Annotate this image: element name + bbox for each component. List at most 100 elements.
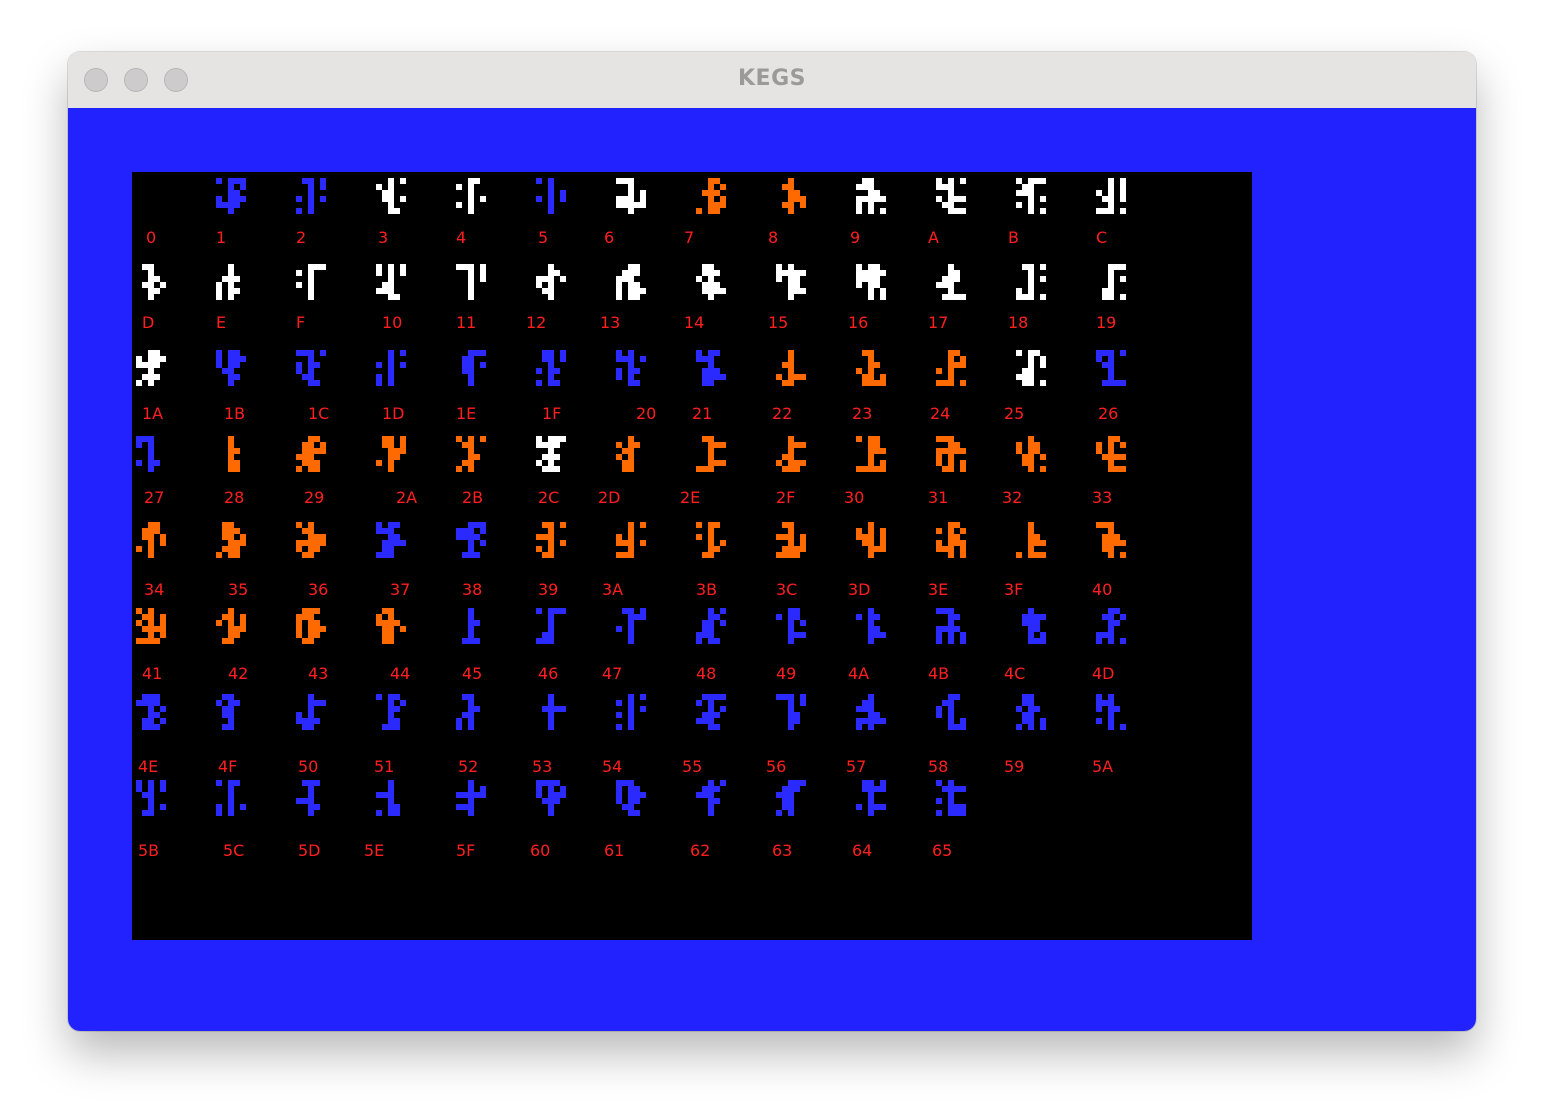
- shape-pixel: [788, 436, 794, 442]
- shape-pixel: [616, 282, 622, 288]
- shape-sprite: [132, 602, 172, 646]
- shape-pixel: [936, 184, 942, 190]
- emulator-border[interactable]: 0 1 2 3 4 5 6 7 8 9 A B C D E F 10 11 12 13 14 15 16 17 18 19 1A 1B…: [68, 108, 1476, 1031]
- shape-pixel: [954, 810, 960, 816]
- shape-pixel: [308, 208, 314, 214]
- shape-pixel: [542, 454, 548, 460]
- shape-pixel: [136, 608, 142, 614]
- shape-pixel: [880, 374, 886, 380]
- shape-pixel: [800, 620, 806, 626]
- shape-pixel: [154, 374, 160, 380]
- shape-pixel: [1108, 466, 1114, 472]
- shape-number-label: 4C: [1004, 664, 1026, 683]
- emulator-screen[interactable]: 0 1 2 3 4 5 6 7 8 9 A B C D E F 10 11 12 13 14 15 16 17 18 19 1A 1B…: [132, 172, 1252, 940]
- shape-pixel: [868, 804, 874, 810]
- shape-pixel: [388, 792, 394, 798]
- shape-pixel: [640, 288, 646, 294]
- shape-pixel: [228, 374, 234, 380]
- shape-glyph: [1016, 178, 1046, 214]
- title-bar[interactable]: KEGS: [68, 52, 1476, 109]
- shape-number-label: 4: [456, 228, 467, 247]
- shape-pixel: [136, 460, 142, 466]
- shape-sprite: [852, 688, 892, 732]
- shape-pixel: [696, 350, 702, 356]
- shape-number-label: 36: [308, 580, 329, 599]
- shape-pixel: [628, 724, 634, 730]
- shape-pixel: [1114, 534, 1120, 540]
- shape-pixel: [708, 380, 714, 386]
- shape-pixel: [720, 460, 726, 466]
- shape-glyph: [616, 608, 646, 644]
- shape-sprite: [292, 344, 332, 388]
- shape-pixel: [142, 374, 148, 380]
- shape-pixel: [228, 288, 234, 294]
- shape-pixel: [400, 436, 406, 442]
- shape-pixel: [474, 552, 480, 558]
- shape-pixel: [542, 288, 548, 294]
- shape-pixel: [234, 700, 240, 706]
- shape-pixel: [314, 700, 320, 706]
- shape-pixel: [314, 546, 320, 552]
- shape-sprite: [1012, 516, 1052, 560]
- shape-pixel: [1120, 552, 1126, 558]
- shape-pixel: [622, 466, 628, 472]
- shape-pixel: [874, 436, 880, 442]
- shape-pixel: [228, 724, 234, 730]
- shape-pixel: [948, 706, 954, 712]
- shape-pixel: [616, 368, 622, 374]
- shape-number-label: 14: [684, 313, 705, 332]
- shape-pixel: [468, 724, 474, 730]
- shape-pixel: [308, 270, 314, 276]
- shape-sprite: [532, 688, 572, 732]
- shape-pixel: [1016, 190, 1022, 196]
- shape-pixel: [480, 540, 486, 546]
- shape-pixel: [1040, 276, 1046, 282]
- shape-pixel: [394, 540, 400, 546]
- shape-pixel: [616, 178, 622, 184]
- shape-sprite: [452, 344, 492, 388]
- shape-pixel: [394, 522, 400, 528]
- shape-pixel: [480, 528, 486, 534]
- shape-pixel: [462, 264, 468, 270]
- shape-pixel: [142, 718, 148, 724]
- shape-pixel: [314, 362, 320, 368]
- shape-pixel: [788, 694, 794, 700]
- shape-pixel: [222, 712, 228, 718]
- shape-glyph: [376, 780, 400, 816]
- shape-pixel: [868, 184, 874, 190]
- shape-glyph: [1096, 178, 1126, 214]
- shape-pixel: [542, 522, 548, 528]
- shape-pixel: [560, 786, 566, 792]
- shape-pixel: [536, 178, 542, 184]
- shape-number-label: 37: [390, 580, 411, 599]
- shape-pixel: [302, 638, 308, 644]
- shape-pixel: [548, 700, 554, 706]
- shape-pixel: [468, 196, 474, 202]
- shape-pixel: [708, 196, 714, 202]
- shape-pixel: [868, 436, 874, 442]
- shape-number-label: F: [296, 313, 306, 332]
- shape-pixel: [462, 552, 468, 558]
- shape-pixel: [714, 282, 720, 288]
- shape-pixel: [874, 270, 880, 276]
- shape-pixel: [634, 368, 640, 374]
- shape-number-label: 1A: [142, 404, 164, 423]
- shape-pixel: [468, 552, 474, 558]
- shape-pixel: [880, 208, 886, 214]
- shape-number-label: D: [142, 313, 155, 332]
- shape-pixel: [942, 202, 948, 208]
- shape-pixel: [234, 190, 240, 196]
- shape-number-label: 11: [456, 313, 477, 332]
- shape-pixel: [776, 374, 782, 380]
- shape-sprite: [692, 688, 732, 732]
- shape-pixel: [1016, 442, 1022, 448]
- shape-pixel: [382, 638, 388, 644]
- shape-pixel: [388, 270, 394, 276]
- shape-pixel: [234, 460, 240, 466]
- shape-pixel: [468, 276, 474, 282]
- shape-pixel: [468, 540, 474, 546]
- shape-pixel: [376, 522, 382, 528]
- shape-pixel: [1028, 460, 1034, 466]
- shape-pixel: [462, 362, 468, 368]
- shape-pixel: [720, 694, 726, 700]
